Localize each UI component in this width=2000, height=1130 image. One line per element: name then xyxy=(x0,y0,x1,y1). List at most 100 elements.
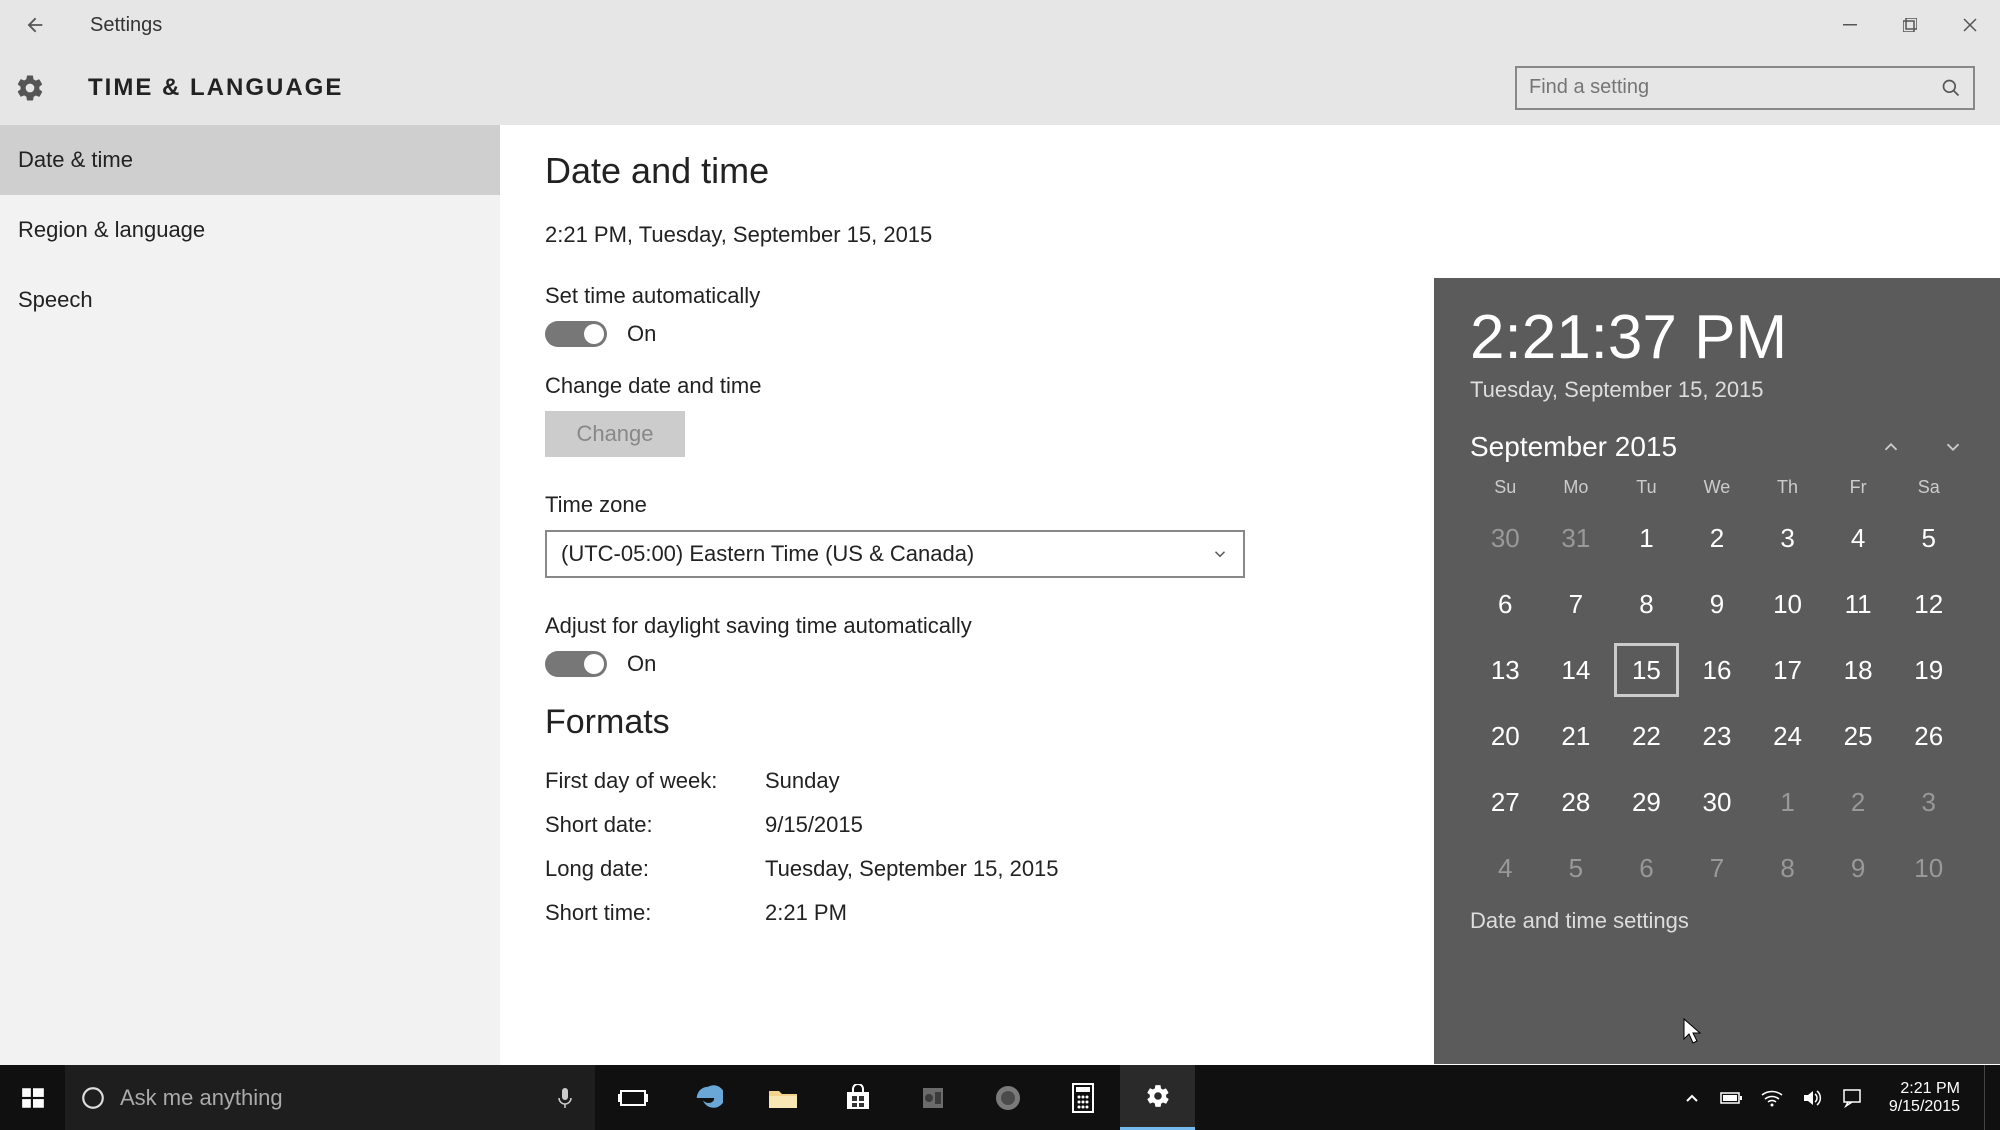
sidebar-item-speech[interactable]: Speech xyxy=(0,265,500,335)
calendar-day[interactable]: 5 xyxy=(1893,508,1964,568)
start-button[interactable] xyxy=(0,1065,65,1130)
taskbar-app-firefox[interactable] xyxy=(970,1065,1045,1130)
calendar-day[interactable]: 14 xyxy=(1541,640,1612,700)
search-box[interactable] xyxy=(1515,66,1975,110)
calendar-day[interactable]: 7 xyxy=(1541,574,1612,634)
calendar-row: 20212223242526 xyxy=(1470,706,1964,766)
calendar-day[interactable]: 28 xyxy=(1541,772,1612,832)
calendar-day[interactable]: 2 xyxy=(1823,772,1894,832)
calendar-day[interactable]: 1 xyxy=(1611,508,1682,568)
taskbar-app-generic-1[interactable] xyxy=(895,1065,970,1130)
calendar-day[interactable]: 25 xyxy=(1823,706,1894,766)
calendar-day[interactable]: 3 xyxy=(1752,508,1823,568)
minimize-icon xyxy=(1843,18,1857,32)
time-zone-dropdown[interactable]: (UTC-05:00) Eastern Time (US & Canada) xyxy=(545,530,1245,578)
calendar-day[interactable]: 27 xyxy=(1470,772,1541,832)
microphone-icon[interactable] xyxy=(545,1086,595,1110)
calendar-day[interactable]: 8 xyxy=(1752,838,1823,898)
change-button: Change xyxy=(545,411,685,457)
sidebar-item-region-language[interactable]: Region & language xyxy=(0,195,500,265)
set-time-auto-toggle[interactable] xyxy=(545,321,607,347)
calendar-day[interactable]: 8 xyxy=(1611,574,1682,634)
calendar-row: 6789101112 xyxy=(1470,574,1964,634)
dst-toggle[interactable] xyxy=(545,651,607,677)
calendar-day[interactable]: 17 xyxy=(1752,640,1823,700)
calendar-day[interactable]: 21 xyxy=(1541,706,1612,766)
calendar-day[interactable]: 19 xyxy=(1893,640,1964,700)
calendar-day[interactable]: 7 xyxy=(1682,838,1753,898)
wifi-icon[interactable] xyxy=(1759,1085,1785,1111)
calendar-day[interactable]: 22 xyxy=(1611,706,1682,766)
calendar-dow: Th xyxy=(1752,477,1823,498)
firefox-icon xyxy=(994,1084,1022,1112)
format-value: 2:21 PM xyxy=(765,900,847,926)
calendar-day[interactable]: 11 xyxy=(1823,574,1894,634)
edge-icon xyxy=(693,1083,723,1113)
clock-calendar-flyout: 2:21:37 PM Tuesday, September 15, 2015 S… xyxy=(1434,278,2000,1064)
battery-icon[interactable] xyxy=(1719,1085,1745,1111)
calendar-day[interactable]: 15 xyxy=(1611,640,1682,700)
calendar-day[interactable]: 4 xyxy=(1470,838,1541,898)
tray-overflow-button[interactable] xyxy=(1679,1085,1705,1111)
calendar-day[interactable]: 20 xyxy=(1470,706,1541,766)
calendar-row: 45678910 xyxy=(1470,838,1964,898)
calendar-day[interactable]: 18 xyxy=(1823,640,1894,700)
calendar-day[interactable]: 2 xyxy=(1682,508,1753,568)
task-view-button[interactable] xyxy=(595,1065,670,1130)
sidebar-item-date-time[interactable]: Date & time xyxy=(0,125,500,195)
calendar-day[interactable]: 30 xyxy=(1470,508,1541,568)
calendar-day[interactable]: 1 xyxy=(1752,772,1823,832)
calendar-day[interactable]: 9 xyxy=(1823,838,1894,898)
taskbar-app-explorer[interactable] xyxy=(745,1065,820,1130)
calendar-day[interactable]: 16 xyxy=(1682,640,1753,700)
month-next-button[interactable] xyxy=(1942,436,1964,458)
taskbar-clock[interactable]: 2:21 PM 9/15/2015 xyxy=(1879,1080,1970,1116)
calendar-dow: Sa xyxy=(1893,477,1964,498)
back-button[interactable] xyxy=(20,10,50,40)
calendar-day[interactable]: 10 xyxy=(1893,838,1964,898)
windows-logo-icon xyxy=(20,1085,46,1111)
close-icon xyxy=(1963,18,1977,32)
calendar-day[interactable]: 6 xyxy=(1611,838,1682,898)
taskbar-app-settings[interactable] xyxy=(1120,1065,1195,1130)
date-time-settings-link[interactable]: Date and time settings xyxy=(1470,908,1964,934)
sidebar-item-label: Region & language xyxy=(18,217,205,243)
chevron-down-icon xyxy=(1211,545,1229,563)
action-center-icon[interactable] xyxy=(1839,1085,1865,1111)
calendar-day[interactable]: 5 xyxy=(1541,838,1612,898)
calendar-day[interactable]: 26 xyxy=(1893,706,1964,766)
taskbar-app-store[interactable] xyxy=(820,1065,895,1130)
maximize-button[interactable] xyxy=(1880,0,1940,50)
calendar-day[interactable]: 9 xyxy=(1682,574,1753,634)
calendar-dow: Su xyxy=(1470,477,1541,498)
calendar-day[interactable]: 4 xyxy=(1823,508,1894,568)
system-tray: 2:21 PM 9/15/2015 xyxy=(1671,1065,2000,1130)
calendar-day[interactable]: 6 xyxy=(1470,574,1541,634)
calendar-day[interactable]: 3 xyxy=(1893,772,1964,832)
flyout-time: 2:21:37 PM xyxy=(1470,302,1964,373)
taskbar-app-edge[interactable] xyxy=(670,1065,745,1130)
calendar-day[interactable]: 23 xyxy=(1682,706,1753,766)
month-prev-button[interactable] xyxy=(1880,436,1902,458)
calendar-day[interactable]: 10 xyxy=(1752,574,1823,634)
search-input[interactable] xyxy=(1529,76,1941,99)
volume-icon[interactable] xyxy=(1799,1085,1825,1111)
calendar-day[interactable]: 24 xyxy=(1752,706,1823,766)
taskbar-app-calculator[interactable] xyxy=(1045,1065,1120,1130)
calendar-day[interactable]: 30 xyxy=(1682,772,1753,832)
gear-icon xyxy=(1145,1083,1171,1109)
calendar-day[interactable]: 31 xyxy=(1541,508,1612,568)
calendar-day[interactable]: 29 xyxy=(1611,772,1682,832)
close-button[interactable] xyxy=(1940,0,2000,50)
chevron-up-icon xyxy=(1880,436,1902,458)
taskbar-search[interactable]: Ask me anything xyxy=(65,1065,595,1130)
show-desktop-button[interactable] xyxy=(1984,1065,1992,1130)
window-buttons xyxy=(1820,0,2000,50)
flyout-month[interactable]: September 2015 xyxy=(1470,431,1880,463)
calendar-grid: SuMoTuWeThFrSa 3031123456789101112131415… xyxy=(1470,477,1964,898)
dst-state: On xyxy=(627,651,656,677)
calendar-day[interactable]: 13 xyxy=(1470,640,1541,700)
calendar-day[interactable]: 12 xyxy=(1893,574,1964,634)
minimize-button[interactable] xyxy=(1820,0,1880,50)
taskbar-clock-date: 9/15/2015 xyxy=(1889,1098,1960,1116)
